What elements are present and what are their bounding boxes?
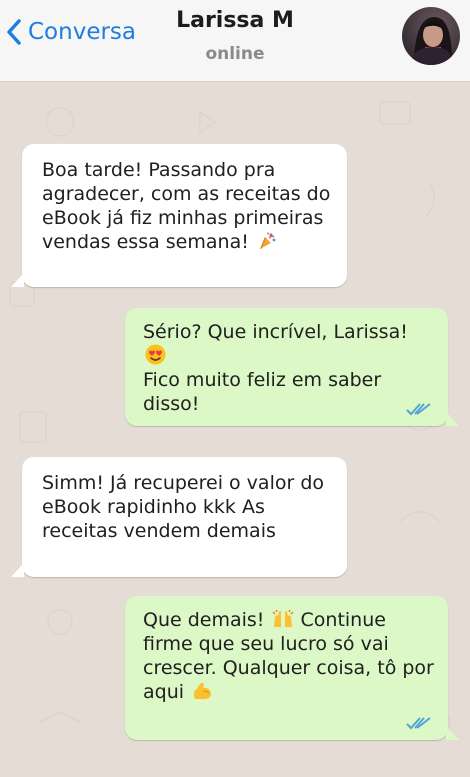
read-receipt-icon bbox=[406, 403, 431, 416]
contact-status: online bbox=[205, 44, 265, 64]
party-popper-icon bbox=[259, 232, 276, 249]
message-text-continued: Fico muito feliz em saber disso! bbox=[143, 369, 382, 415]
raised-hands-icon bbox=[273, 609, 294, 627]
message-bubble-incoming[interactable]: Boa tarde! Passando pra agradecer, com a… bbox=[11, 144, 347, 287]
message-text: Boa tarde! Passando pra agradecer, com a… bbox=[42, 159, 331, 253]
heart-eyes-icon bbox=[145, 344, 166, 365]
message-bubble-incoming[interactable]: Simm! Já recuperei o valor do eBook rapi… bbox=[11, 457, 347, 577]
chat-background[interactable]: Boa tarde! Passando pra agradecer, com a… bbox=[0, 82, 470, 777]
avatar[interactable] bbox=[402, 7, 460, 65]
message-bubble-outgoing[interactable]: Que demais! Continue firme que seu lucro… bbox=[125, 596, 459, 740]
message-text: Que demais! bbox=[143, 609, 265, 631]
contact-name[interactable]: Larissa M bbox=[0, 8, 470, 33]
message-text: Sério? Que incrível, Larissa! bbox=[143, 321, 408, 343]
flexed-biceps-icon bbox=[194, 683, 212, 700]
chat-header: Conversa Larissa M online bbox=[0, 0, 470, 82]
message-text: Simm! Já recuperei o valor do eBook rapi… bbox=[42, 472, 325, 542]
read-receipt-icon bbox=[406, 717, 431, 730]
message-bubble-outgoing[interactable]: Sério? Que incrível, Larissa! Fico muito… bbox=[125, 308, 459, 426]
